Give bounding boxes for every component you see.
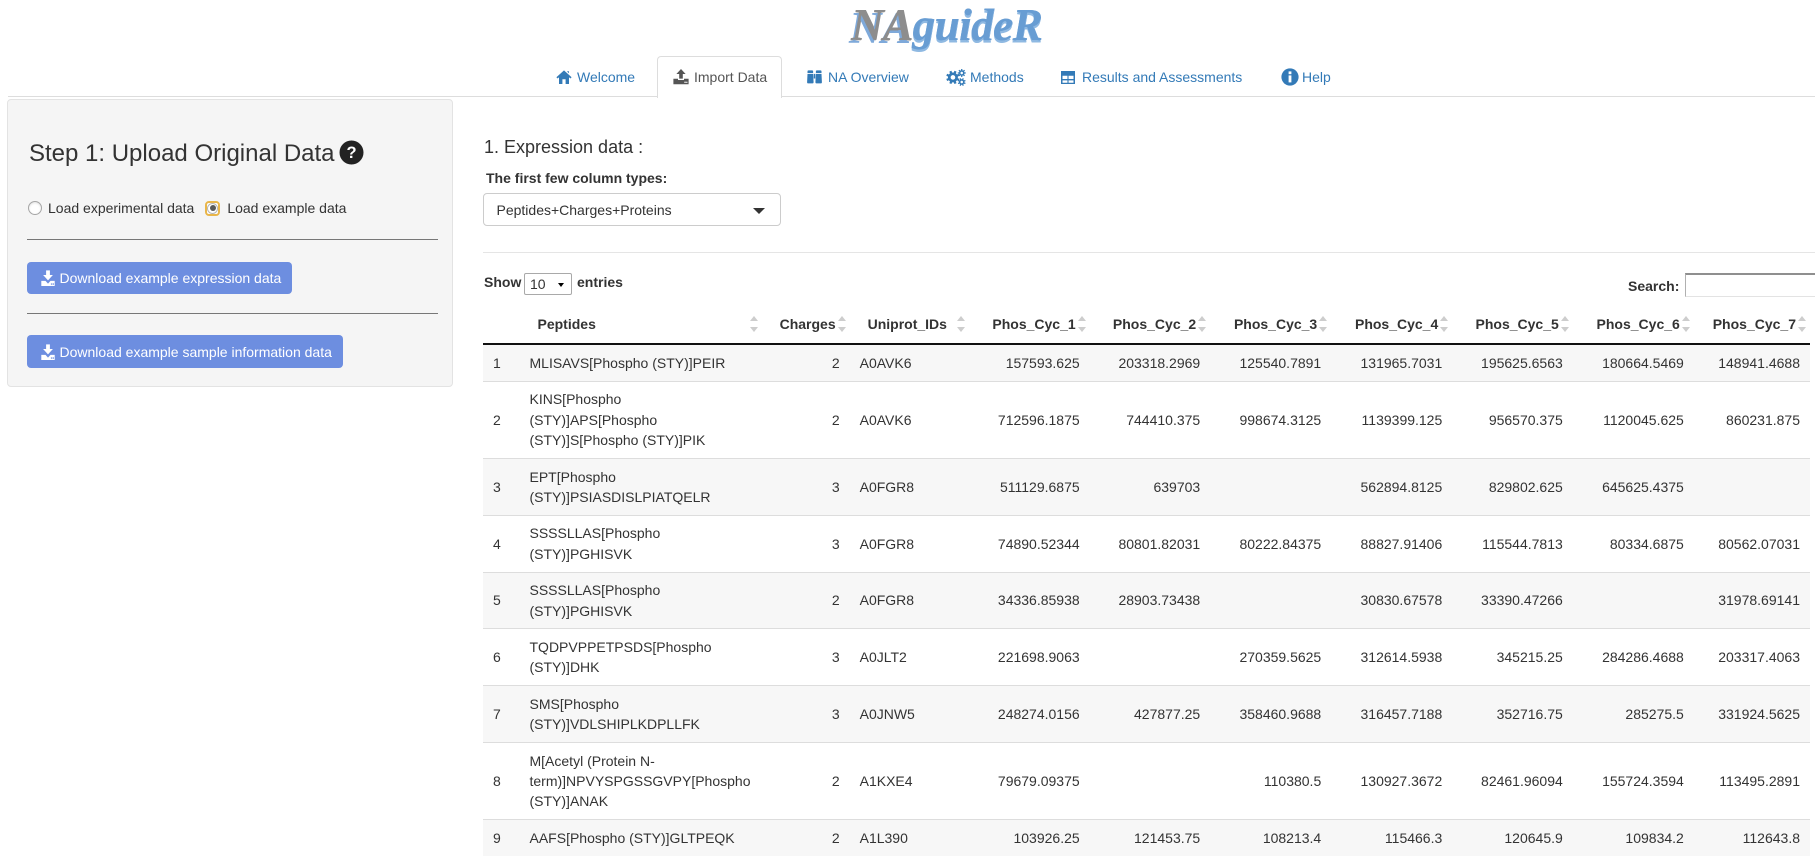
svg-text:?: ? xyxy=(346,144,356,162)
